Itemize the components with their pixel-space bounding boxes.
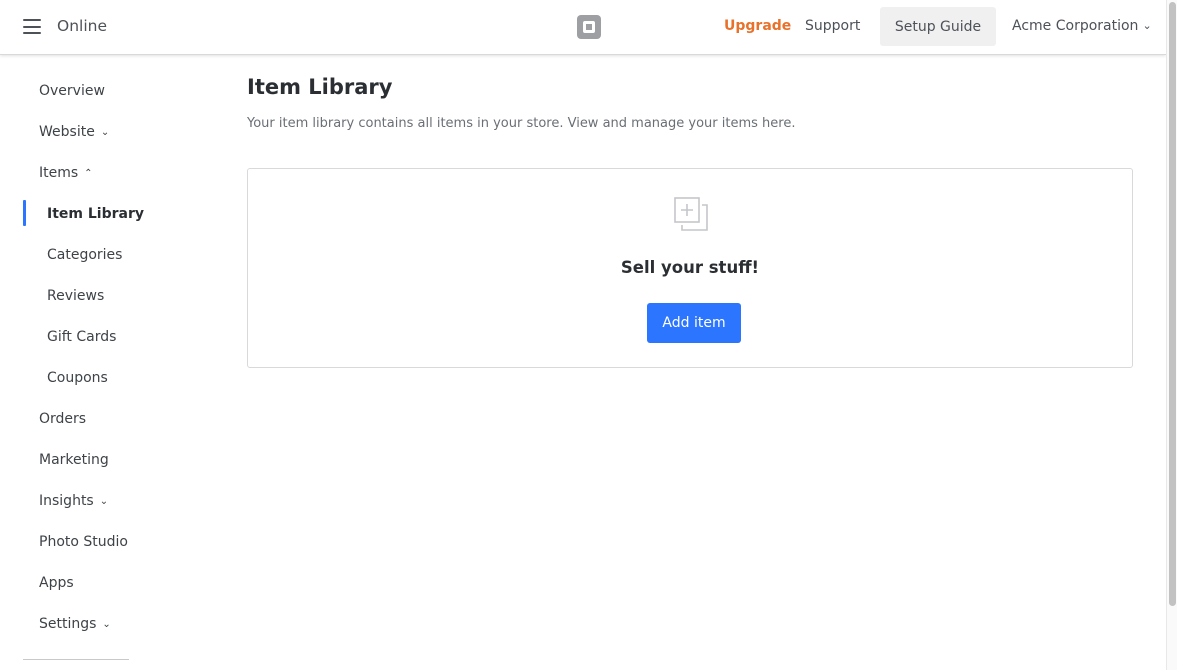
page-description: Your item library contains all items in …	[247, 116, 796, 131]
scrollbar[interactable]	[1166, 0, 1177, 670]
setup-guide-label: Setup Guide	[894, 18, 982, 35]
sidebar-item-label: Gift Cards	[47, 329, 117, 345]
app-title: Online	[57, 17, 107, 35]
square-logo-icon[interactable]	[577, 15, 601, 39]
sidebar-item-insights[interactable]: Insights ⌄	[39, 492, 108, 511]
add-item-button[interactable]: Add item	[647, 303, 741, 343]
sidebar-item-reviews[interactable]: Reviews	[47, 287, 104, 305]
upgrade-link[interactable]: Upgrade	[724, 18, 791, 34]
sidebar-item-label: Item Library	[47, 206, 144, 222]
top-bar: Online Upgrade Support Setup Guide Acme …	[0, 0, 1166, 55]
sidebar-item-item-library[interactable]: Item Library	[47, 205, 144, 223]
sidebar-item-apps[interactable]: Apps	[39, 574, 74, 592]
sidebar-item-label: Items	[39, 165, 79, 181]
account-menu[interactable]: Acme Corporation ⌄	[1012, 18, 1152, 34]
sidebar-item-categories[interactable]: Categories	[47, 246, 122, 264]
support-link[interactable]: Support	[805, 18, 860, 34]
hamburger-menu-icon[interactable]	[23, 19, 41, 34]
scrollbar-thumb[interactable]	[1169, 2, 1176, 606]
account-name: Acme Corporation	[1012, 18, 1139, 34]
sidebar-item-website[interactable]: Website ⌄	[39, 123, 109, 142]
sidebar-item-label: Orders	[39, 411, 87, 427]
sidebar-item-label: Insights	[39, 493, 94, 509]
sidebar-item-settings[interactable]: Settings ⌄	[39, 615, 111, 634]
sidebar-item-label: Website	[39, 124, 95, 140]
sidebar-item-gift-cards[interactable]: Gift Cards	[47, 328, 116, 346]
chevron-down-icon: ⌄	[1142, 19, 1152, 32]
chevron-down-icon: ⌄	[100, 127, 110, 138]
page-title: Item Library	[247, 75, 393, 99]
sidebar-item-coupons[interactable]: Coupons	[47, 369, 108, 387]
sidebar-divider	[23, 659, 129, 660]
chevron-up-icon: ⌃	[84, 168, 93, 179]
chevron-down-icon: ⌄	[102, 619, 111, 630]
sidebar-item-label: Reviews	[47, 288, 105, 304]
sidebar-item-label: Settings	[39, 616, 97, 632]
setup-guide-button[interactable]: Setup Guide	[880, 7, 996, 46]
sidebar-item-label: Marketing	[39, 452, 109, 468]
sidebar-item-overview[interactable]: Overview	[39, 82, 105, 100]
sidebar-item-photo-studio[interactable]: Photo Studio	[39, 533, 128, 551]
sidebar-item-marketing[interactable]: Marketing	[39, 451, 109, 469]
sidebar-item-label: Apps	[39, 575, 74, 591]
active-indicator	[23, 200, 26, 226]
sidebar: Overview Website ⌄ Items ⌃ Item Library Ca…	[0, 55, 220, 670]
add-item-icon	[674, 197, 708, 231]
sidebar-item-orders[interactable]: Orders	[39, 410, 86, 428]
empty-state-heading: Sell your stuff!	[620, 258, 760, 277]
sidebar-item-items[interactable]: Items ⌃	[39, 164, 93, 183]
sidebar-item-label: Photo Studio	[39, 534, 128, 550]
sidebar-item-label: Categories	[47, 247, 123, 263]
sidebar-item-label: Overview	[39, 83, 105, 99]
empty-state-card: Sell your stuff! Add item	[247, 168, 1133, 368]
chevron-down-icon: ⌄	[99, 496, 109, 507]
sidebar-item-label: Coupons	[47, 370, 108, 386]
